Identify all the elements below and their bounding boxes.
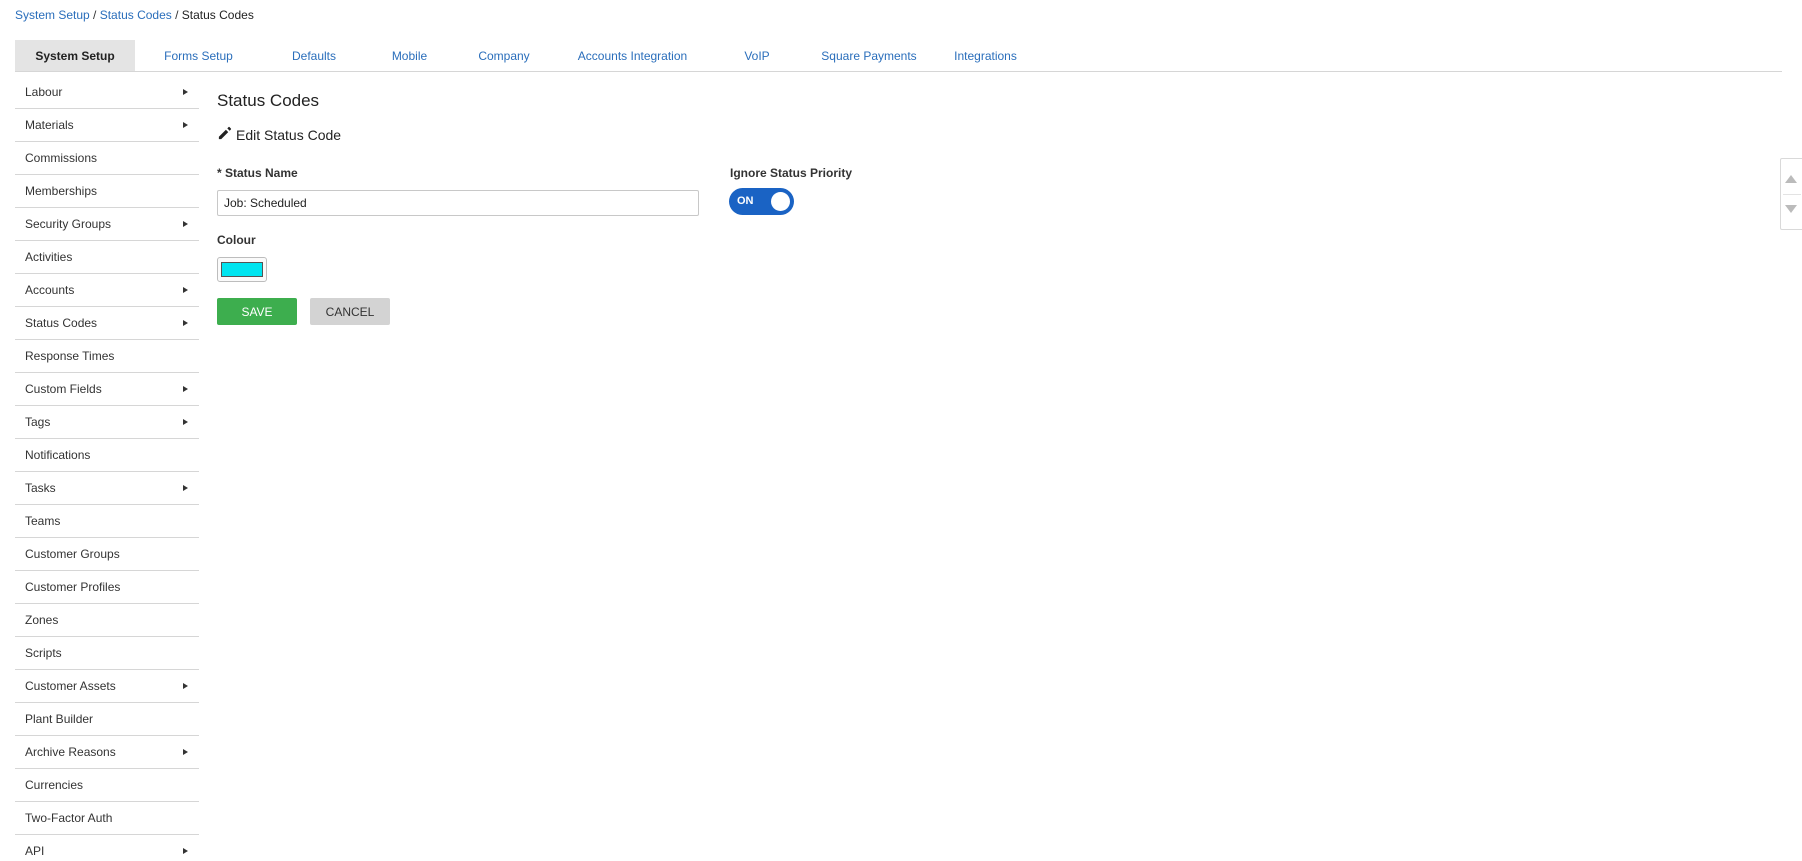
sidebar-item-security-groups[interactable]: Security Groups [15,208,199,241]
sidebar-item-teams[interactable]: Teams [15,505,199,538]
colour-swatch [221,262,263,277]
sidebar-item-scripts[interactable]: Scripts [15,637,199,670]
sidebar-item-materials[interactable]: Materials [15,109,199,142]
sidebar-item-activities[interactable]: Activities [15,241,199,274]
breadcrumb-status-codes[interactable]: Status Codes [100,8,172,22]
sidebar-item-api[interactable]: API [15,835,199,861]
tab-voip[interactable]: VoIP [710,40,804,71]
sidebar-item-label: Custom Fields [25,382,102,396]
sidebar-item-commissions[interactable]: Commissions [15,142,199,175]
caret-right-icon [183,287,188,293]
divider [1783,194,1801,195]
sidebar-item-label: Teams [25,514,61,528]
tab-accounts-integration[interactable]: Accounts Integration [555,40,710,71]
sidebar-item-label: Two-Factor Auth [25,811,113,825]
sidebar: Labour Materials Commissions Memberships… [15,76,199,861]
tab-mobile[interactable]: Mobile [366,40,453,71]
toggle-knob [771,192,790,211]
save-button[interactable]: SAVE [217,298,297,325]
status-name-label: * Status Name [217,166,298,180]
sidebar-item-plant-builder[interactable]: Plant Builder [15,703,199,736]
caret-right-icon [183,89,188,95]
sidebar-item-label: Tasks [25,481,56,495]
sidebar-item-label: Response Times [25,349,115,363]
sidebar-item-label: Notifications [25,448,91,462]
breadcrumb-current: Status Codes [181,8,254,22]
tab-system-setup[interactable]: System Setup [15,40,135,71]
top-tabs: System Setup Forms Setup Defaults Mobile… [15,40,1782,72]
sidebar-item-label: Activities [25,250,73,264]
sidebar-item-response-times[interactable]: Response Times [15,340,199,373]
status-name-input[interactable] [217,190,699,216]
caret-right-icon [183,221,188,227]
page-title: Status Codes [217,91,320,110]
sidebar-item-notifications[interactable]: Notifications [15,439,199,472]
sidebar-item-custom-fields[interactable]: Custom Fields [15,373,199,406]
sidebar-item-label: Materials [25,118,74,132]
sidebar-item-accounts[interactable]: Accounts [15,274,199,307]
sidebar-item-label: Memberships [25,184,98,198]
sidebar-item-customer-profiles[interactable]: Customer Profiles [15,571,199,604]
sidebar-item-label: Archive Reasons [25,745,116,759]
sidebar-item-tags[interactable]: Tags [15,406,199,439]
breadcrumb: System Setup / Status Codes / Status Cod… [15,8,254,22]
ignore-status-priority-toggle[interactable]: ON [729,188,794,215]
sidebar-item-label: Plant Builder [25,712,94,726]
scroll-up-icon[interactable] [1785,175,1797,183]
sidebar-item-label: Customer Profiles [25,580,121,594]
tab-defaults[interactable]: Defaults [262,40,366,71]
sidebar-item-currencies[interactable]: Currencies [15,769,199,802]
sidebar-item-customer-groups[interactable]: Customer Groups [15,538,199,571]
sidebar-item-two-factor-auth[interactable]: Two-Factor Auth [15,802,199,835]
ignore-status-priority-label: Ignore Status Priority [730,166,853,180]
tab-company[interactable]: Company [453,40,555,71]
toggle-state-text: ON [737,195,754,207]
sidebar-item-label: API [25,844,45,858]
sidebar-item-label: Zones [25,613,59,627]
sidebar-item-label: Customer Assets [25,679,116,693]
caret-right-icon [183,848,188,854]
sidebar-item-memberships[interactable]: Memberships [15,175,199,208]
sidebar-item-label: Status Codes [25,316,98,330]
sidebar-item-label: Currencies [25,778,84,792]
sidebar-item-label: Customer Groups [25,547,120,561]
caret-right-icon [183,485,188,491]
section-title-text: Edit Status Code [236,127,342,143]
sidebar-item-zones[interactable]: Zones [15,604,199,637]
sidebar-item-archive-reasons[interactable]: Archive Reasons [15,736,199,769]
sidebar-item-label: Commissions [25,151,98,165]
sidebar-item-label: Scripts [25,646,62,660]
colour-label: Colour [217,233,256,247]
breadcrumb-system-setup[interactable]: System Setup [15,8,90,22]
breadcrumb-separator: / [89,8,100,22]
sidebar-item-status-codes[interactable]: Status Codes [15,307,199,340]
caret-right-icon [183,386,188,392]
sidebar-item-customer-assets[interactable]: Customer Assets [15,670,199,703]
caret-right-icon [183,419,188,425]
breadcrumb-separator: / [171,8,182,22]
sidebar-item-label: Accounts [25,283,75,297]
colour-picker[interactable] [217,257,267,282]
cancel-button[interactable]: CANCEL [310,298,390,325]
scroll-widget [1780,158,1802,230]
sidebar-item-label: Tags [25,415,51,429]
tab-forms-setup[interactable]: Forms Setup [135,40,262,71]
caret-right-icon [183,320,188,326]
section-title: Edit Status Code [217,126,341,144]
tab-integrations[interactable]: Integrations [934,40,1037,71]
tab-square-payments[interactable]: Square Payments [804,40,934,71]
sidebar-item-labour[interactable]: Labour [15,76,199,109]
pencil-icon [217,126,232,144]
sidebar-item-label: Labour [25,85,63,99]
sidebar-item-tasks[interactable]: Tasks [15,472,199,505]
caret-right-icon [183,683,188,689]
sidebar-item-label: Security Groups [25,217,112,231]
scroll-down-icon[interactable] [1785,205,1797,213]
caret-right-icon [183,122,188,128]
caret-right-icon [183,749,188,755]
